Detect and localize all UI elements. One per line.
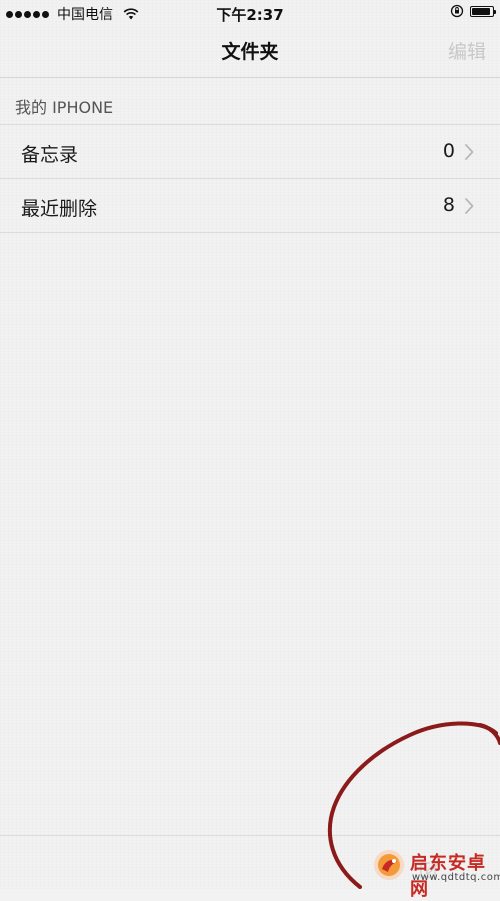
battery-fill <box>472 7 490 15</box>
watermark: 启东安卓网 www.qdtdtq.com <box>372 848 500 900</box>
folder-count: 0 <box>442 140 455 162</box>
folder-name: 最近删除 <box>21 198 98 220</box>
edit-button[interactable]: 编辑 <box>448 37 486 64</box>
status-time: 下午2:37 <box>216 6 284 24</box>
folder-count: 8 <box>442 194 455 216</box>
folder-row-recently-deleted[interactable]: 最近删除 8 <box>0 179 500 233</box>
status-right <box>450 4 496 18</box>
chevron-right-icon <box>465 144 474 160</box>
navigation-bar: 文件夹 编辑 <box>0 26 500 78</box>
chevron-right-icon <box>465 198 474 214</box>
folder-name: 备忘录 <box>21 144 79 166</box>
section-header: 我的 IPHONE <box>15 98 114 117</box>
page-title: 文件夹 <box>221 41 279 63</box>
battery-icon <box>470 5 496 17</box>
folder-row-notes[interactable]: 备忘录 0 <box>0 125 500 179</box>
folder-list: 备忘录 0 最近删除 8 <box>0 124 500 233</box>
watermark-url: www.qdtdtq.com <box>412 872 500 883</box>
status-bar: 中国电信 下午2:37 <box>0 0 500 26</box>
watermark-logo-icon <box>374 850 404 880</box>
rotation-lock-icon <box>450 4 464 18</box>
